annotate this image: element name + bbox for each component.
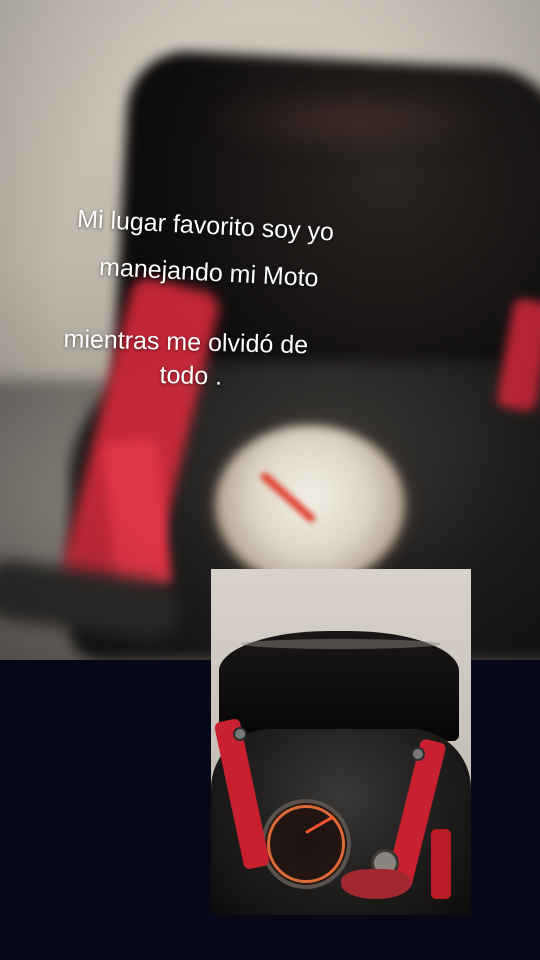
inset-photo <box>211 569 471 915</box>
caption-line-4: todo . <box>159 360 223 391</box>
inset-visor-highlight <box>241 639 441 649</box>
bolt-icon <box>233 727 247 741</box>
inset-red-bracket-right-lower <box>431 829 451 899</box>
bolt-icon <box>411 747 425 761</box>
keychain <box>341 869 411 899</box>
caption-line-3: mientras me olvidó de <box>63 324 309 360</box>
